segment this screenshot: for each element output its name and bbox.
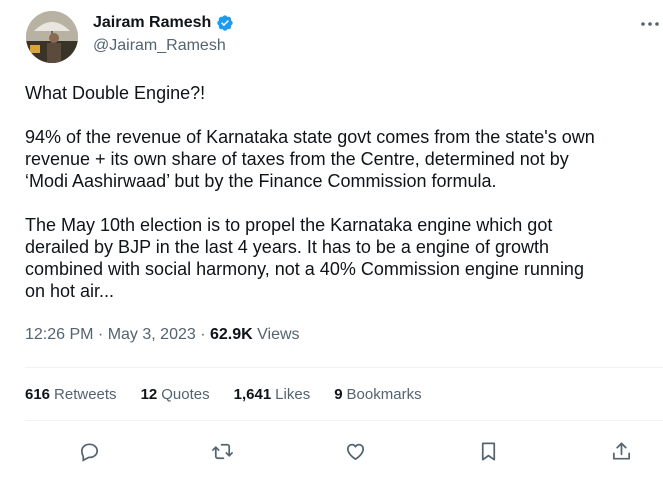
verified-badge-icon [216,14,234,32]
views-count: 62.9K [209,326,253,343]
action-bar [75,437,635,465]
reply-icon[interactable] [75,437,103,465]
like-icon[interactable] [341,437,369,465]
stat-likes[interactable]: 1,641 Likes [234,386,311,403]
avatar[interactable] [26,11,78,63]
tweet-meta: 12:26 PM · May 3, 2023 · 62.9K Views [25,326,300,343]
tweet-paragraph: The May 10th election is to propel the K… [25,215,584,301]
author-name-row[interactable]: Jairam Ramesh [93,14,234,32]
stat-bookmarks[interactable]: 9 Bookmarks [334,386,421,403]
author-handle[interactable]: @Jairam_Ramesh [93,37,226,55]
tweet-paragraph: 94% of the revenue of Karnataka state go… [25,127,595,191]
divider [25,367,663,368]
share-icon[interactable] [607,437,635,465]
views-label: Views [257,326,300,343]
author-name[interactable]: Jairam Ramesh [93,14,211,32]
retweet-icon[interactable] [208,437,236,465]
tweet-paragraph: What Double Engine?! [25,83,206,103]
divider [25,420,663,421]
tweet-time[interactable]: 12:26 PM [25,326,93,343]
bookmark-icon[interactable] [474,437,502,465]
tweet-text: What Double Engine?! 94% of the revenue … [25,82,655,302]
more-options-icon[interactable] [638,14,662,34]
stat-quotes[interactable]: 12 Quotes [141,386,210,403]
tweet-stats: 616 Retweets 12 Quotes 1,641 Likes 9 Bookmar… [25,386,422,403]
tweet-date[interactable]: May 3, 2023 [108,326,196,343]
stat-retweets[interactable]: 616 Retweets [25,386,117,403]
